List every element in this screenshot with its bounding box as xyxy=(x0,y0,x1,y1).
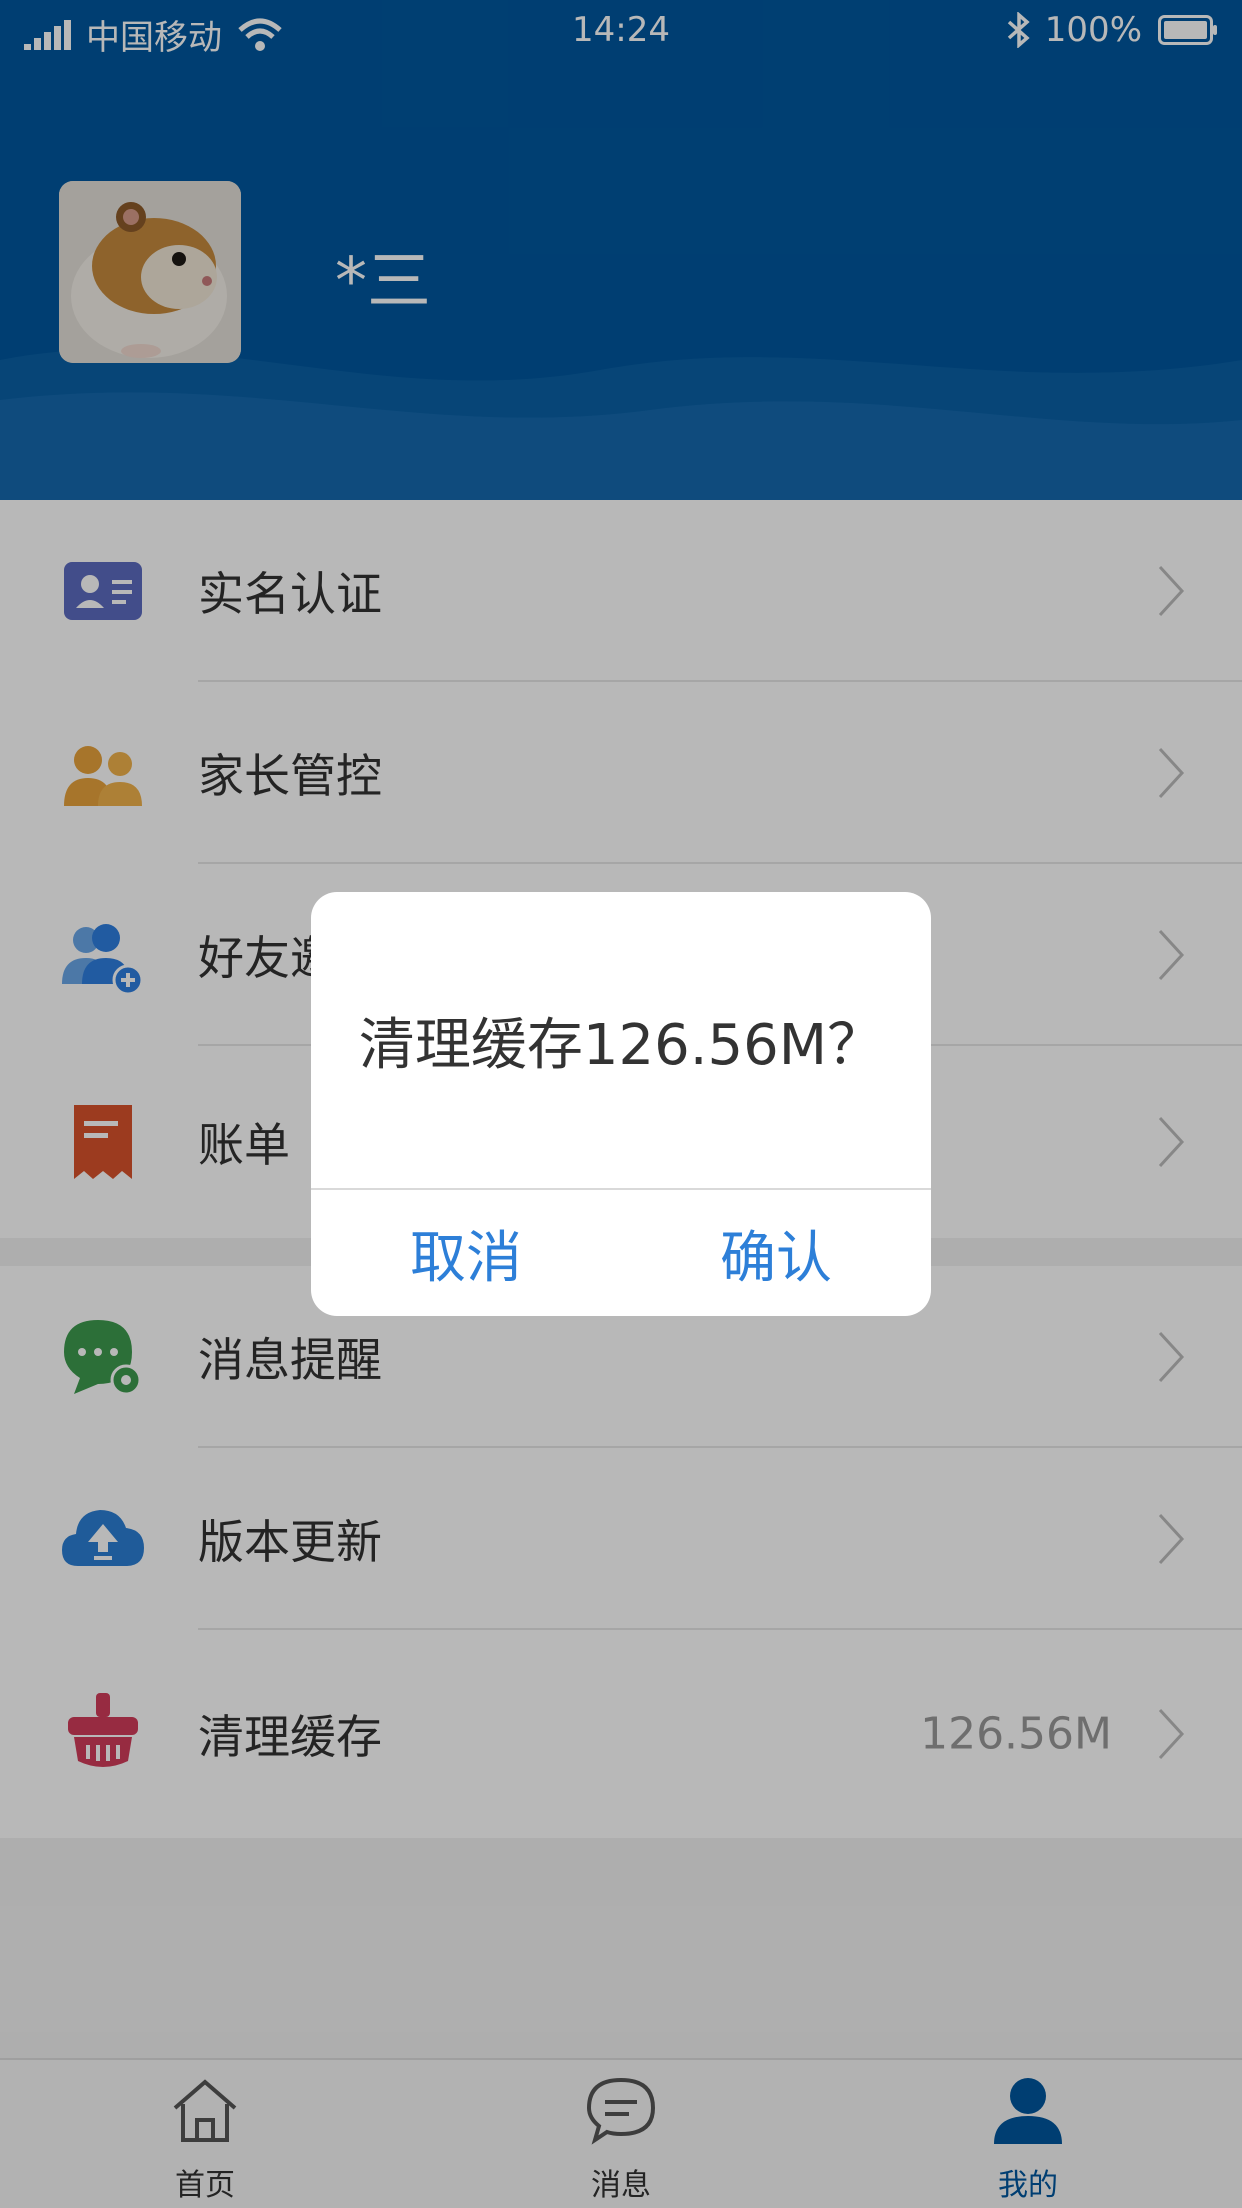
clear-cache-dialog: 清理缓存126.56M？ 取消 确认 xyxy=(311,892,931,1316)
dialog-message: 清理缓存126.56M？ xyxy=(358,1012,884,1078)
confirm-button[interactable]: 确认 xyxy=(621,1190,931,1316)
cancel-button[interactable]: 取消 xyxy=(311,1190,621,1316)
